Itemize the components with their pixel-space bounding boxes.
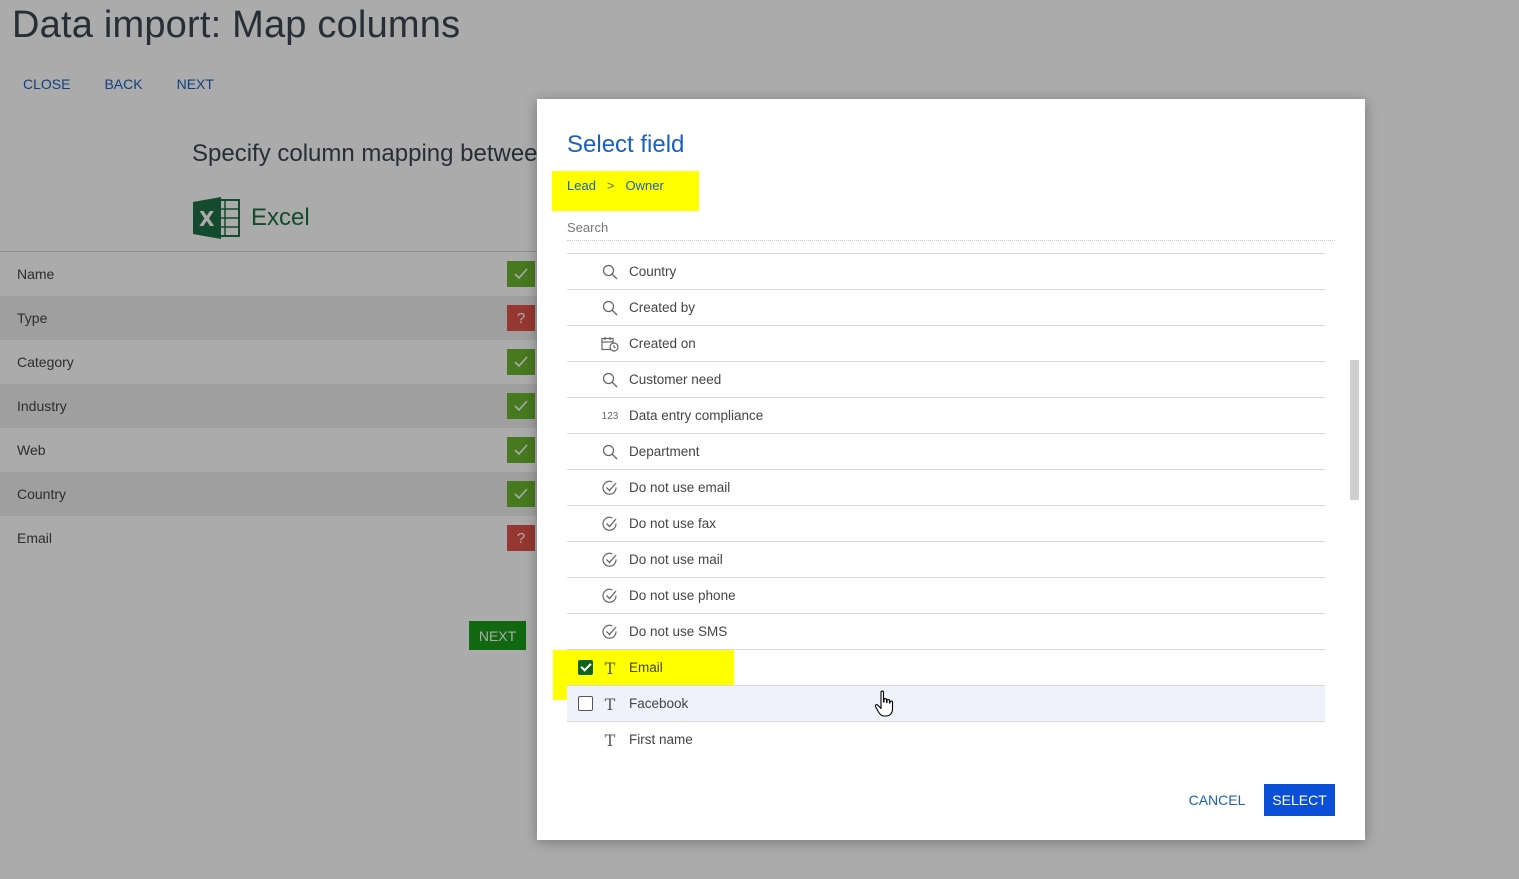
- field-label: Data entry compliance: [629, 408, 764, 423]
- boolean-check-icon: [600, 514, 620, 534]
- search-input[interactable]: [567, 215, 1335, 241]
- number-icon: 123: [601, 410, 619, 422]
- facebook-checkbox[interactable]: [578, 696, 593, 711]
- field-label: Created on: [629, 336, 696, 351]
- breadcrumb: Lead > Owner: [567, 178, 664, 193]
- field-label: Country: [629, 264, 677, 279]
- list-item[interactable]: Do not use fax: [567, 506, 1325, 542]
- field-label: Do not use SMS: [629, 624, 728, 639]
- field-label: Do not use mail: [629, 552, 723, 567]
- boolean-check-icon: [600, 622, 620, 642]
- list-item[interactable]: Do not use email: [567, 470, 1325, 506]
- text-type-icon: T: [604, 658, 616, 678]
- list-item[interactable]: Country: [567, 254, 1325, 290]
- list-item[interactable]: Created by: [567, 290, 1325, 326]
- list-item-facebook[interactable]: T Facebook: [567, 686, 1325, 722]
- list-item[interactable]: Created on: [567, 326, 1325, 362]
- field-label: Department: [629, 444, 700, 459]
- field-label: First name: [629, 732, 693, 747]
- list-item[interactable]: Do not use SMS: [567, 614, 1325, 650]
- lookup-search-icon: [600, 442, 620, 462]
- list-item[interactable]: T First name: [567, 722, 1325, 757]
- hand-pointer-icon: [874, 690, 896, 718]
- email-checkbox[interactable]: [578, 660, 593, 675]
- field-label: Do not use email: [629, 480, 731, 495]
- lookup-search-icon: [600, 370, 620, 390]
- breadcrumb-lead[interactable]: Lead: [567, 178, 596, 193]
- field-label: Do not use phone: [629, 588, 736, 603]
- list-item[interactable]: Customer need: [567, 362, 1325, 398]
- field-label: Do not use fax: [629, 516, 717, 531]
- list-item[interactable]: Do not use phone: [567, 578, 1325, 614]
- list-item[interactable]: Do not use mail: [567, 542, 1325, 578]
- boolean-check-icon: [600, 586, 620, 606]
- boolean-check-icon: [600, 550, 620, 570]
- list-item-email[interactable]: T Email: [567, 650, 1325, 686]
- field-label: Created by: [629, 300, 696, 315]
- text-type-icon: T: [604, 730, 616, 750]
- list-item[interactable]: 123 Data entry compliance: [567, 398, 1325, 434]
- field-label: Facebook: [629, 696, 689, 711]
- text-type-icon: T: [604, 694, 616, 714]
- dialog-title: Select field: [567, 131, 685, 158]
- field-label: Email: [629, 660, 663, 675]
- boolean-check-icon: [600, 478, 620, 498]
- breadcrumb-owner[interactable]: Owner: [626, 178, 664, 193]
- datetime-icon: [600, 334, 620, 354]
- list-item[interactable]: Department: [567, 434, 1325, 470]
- field-label: Customer need: [629, 372, 722, 387]
- select-button[interactable]: SELECT: [1264, 784, 1335, 816]
- lookup-search-icon: [600, 262, 620, 282]
- field-list[interactable]: Country Created by Created on Customer n…: [567, 253, 1325, 757]
- breadcrumb-separator: >: [606, 178, 615, 193]
- select-field-dialog: Select field Lead > Owner Country Create…: [537, 99, 1365, 840]
- list-scrollbar[interactable]: [1350, 360, 1359, 500]
- cancel-button[interactable]: CANCEL: [1185, 784, 1249, 816]
- lookup-search-icon: [600, 298, 620, 318]
